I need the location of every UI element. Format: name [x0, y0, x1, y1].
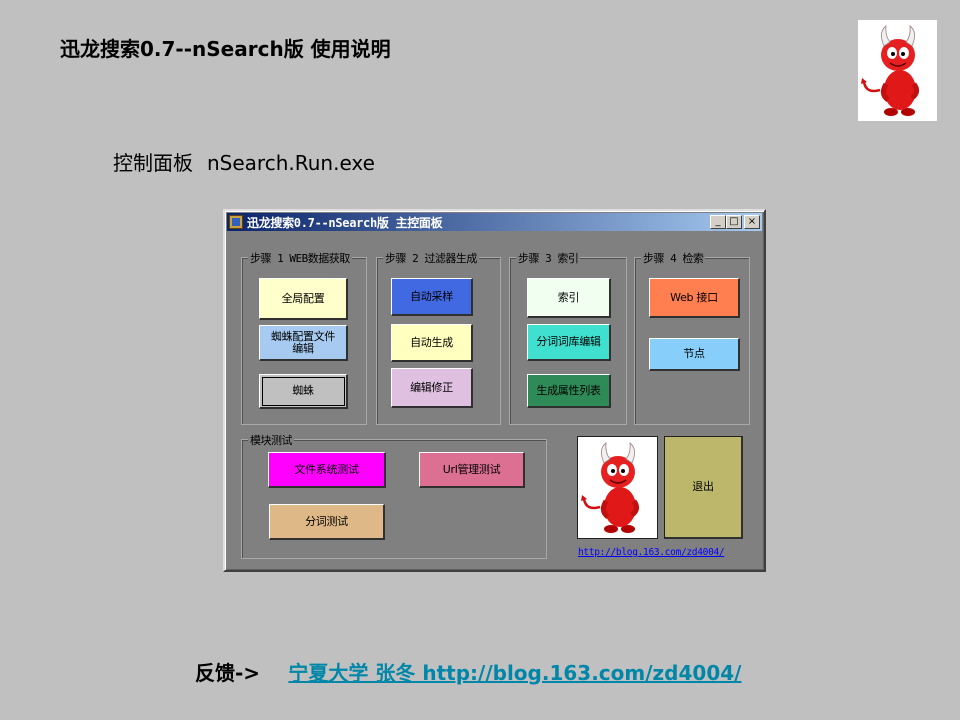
index-button[interactable]: 索引 [527, 278, 611, 318]
group-step1: 步骤 1 WEB数据获取 全局配置 蜘蛛配置文件 编辑 蜘蛛 [241, 250, 367, 425]
global-config-button[interactable]: 全局配置 [259, 278, 348, 320]
subtitle-exe: nSearch.Run.exe [207, 151, 375, 175]
feedback-line: 反馈-> 宁夏大学 张冬 http://blog.163.com/zd4004/ [195, 657, 741, 686]
group-step1-label: 步骤 1 WEB数据获取 [248, 250, 352, 266]
subtitle-label: 控制面板 [113, 151, 193, 175]
url-manage-test-button[interactable]: Url管理测试 [419, 452, 525, 488]
application-icon[interactable] [229, 215, 243, 229]
subtitle: 控制面板 nSearch.Run.exe [113, 147, 375, 176]
exit-button[interactable]: 退出 [664, 436, 743, 539]
blog-url-link[interactable]: http://blog.163.com/zd4004/ [578, 547, 725, 558]
window-titlebar[interactable]: 迅龙搜索0.7--nSearch版 主控面板 _ □ × [227, 213, 762, 231]
minimize-button[interactable]: _ [710, 215, 726, 229]
spider-config-edit-button[interactable]: 蜘蛛配置文件 编辑 [259, 325, 348, 361]
group-module-test: 模块测试 文件系统测试 Url管理测试 分词测试 [241, 432, 547, 559]
slide-title: 迅龙搜索0.7--nSearch版 使用说明 [60, 37, 391, 61]
group-step2-label: 步骤 2 过滤器生成 [383, 250, 479, 266]
group-step3: 步骤 3 索引 索引 分词词库编辑 生成属性列表 [509, 250, 627, 425]
web-interface-button[interactable]: Web 接口 [649, 278, 740, 318]
group-step2: 步骤 2 过滤器生成 自动采样 自动生成 编辑修正 [376, 250, 501, 425]
node-button[interactable]: 节点 [649, 338, 740, 371]
generate-attr-list-button[interactable]: 生成属性列表 [527, 374, 611, 408]
edit-correct-button[interactable]: 编辑修正 [391, 368, 473, 408]
group-step3-label: 步骤 3 索引 [516, 250, 581, 266]
group-step4: 步骤 4 检索 Web 接口 节点 [634, 250, 750, 425]
auto-generate-button[interactable]: 自动生成 [391, 324, 473, 362]
devil-mascot-image [577, 436, 658, 539]
segment-dict-edit-button[interactable]: 分词词库编辑 [527, 324, 611, 361]
feedback-link[interactable]: 宁夏大学 张冬 http://blog.163.com/zd4004/ [288, 661, 741, 685]
window-title: 迅龙搜索0.7--nSearch版 主控面板 [247, 215, 443, 230]
devil-mascot-logo [858, 20, 937, 121]
feedback-label: 反馈-> [195, 661, 261, 685]
group-module-test-label: 模块测试 [248, 432, 294, 448]
maximize-button[interactable]: □ [726, 215, 742, 229]
group-step4-label: 步骤 4 检索 [641, 250, 706, 266]
control-panel-window: 迅龙搜索0.7--nSearch版 主控面板 _ □ × 步骤 1 WEB数据获… [223, 209, 766, 572]
file-system-test-button[interactable]: 文件系统测试 [268, 452, 386, 488]
close-button[interactable]: × [744, 215, 760, 229]
spider-button[interactable]: 蜘蛛 [259, 374, 348, 409]
segment-test-button[interactable]: 分词测试 [269, 504, 385, 540]
window-controls: _ □ × [710, 215, 760, 229]
auto-sample-button[interactable]: 自动采样 [391, 278, 473, 316]
